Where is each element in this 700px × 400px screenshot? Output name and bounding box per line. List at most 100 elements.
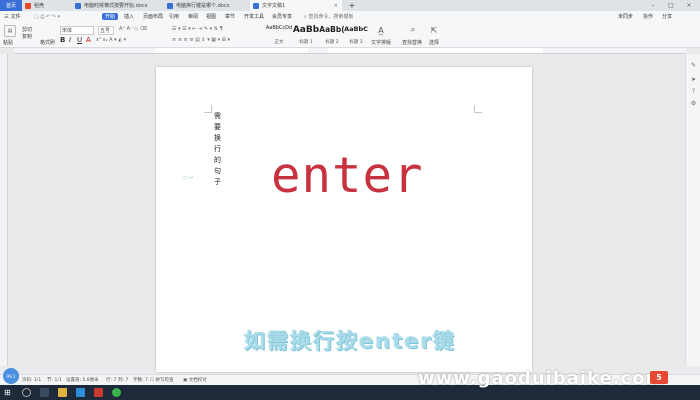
format-painter-button[interactable]: 格式刷 xyxy=(40,39,55,46)
paste-icon[interactable]: ▤ xyxy=(4,25,16,37)
daoke-icon xyxy=(25,2,31,9)
menu-bar: 三 文件 ▢ ⎙ ↶ ↷ ▾ 开始 插入 页面布局 引用 审阅 视图 章节 开发… xyxy=(0,11,700,22)
style-heading-3-label: 标题 3 xyxy=(349,40,363,45)
cursor-icon[interactable]: ➤ xyxy=(690,76,697,83)
style-heading-1-label: 标题 1 xyxy=(299,40,313,45)
edit-pen-icon[interactable]: ✎ xyxy=(690,62,697,69)
style-heading-1[interactable]: AaBb 标题 1 xyxy=(292,25,320,45)
menu-references[interactable]: 引用 xyxy=(169,13,179,20)
settings-sliders-icon[interactable]: ⚙ xyxy=(690,100,697,107)
spell-check-toggle[interactable]: ☐ 拼写检查 xyxy=(150,377,173,383)
select-cursor-icon[interactable]: ⇱ xyxy=(428,25,440,35)
tab-daoke-label: 稻壳 xyxy=(34,3,45,9)
italic-icon[interactable]: I xyxy=(69,36,71,44)
share-button[interactable]: 分享 xyxy=(662,13,672,20)
underline-icon[interactable]: U xyxy=(77,36,82,44)
vertical-sentence[interactable]: 需要换行的句子 xyxy=(214,111,221,188)
style-body-label: 正文 xyxy=(274,40,284,45)
watermark-logo: 5 xyxy=(650,371,668,384)
font-name-select[interactable]: 宋体 xyxy=(60,26,94,35)
style-heading-2[interactable]: AaBb( 标题 2 xyxy=(319,25,345,45)
font-size-select[interactable]: 五号 xyxy=(98,26,114,35)
file-explorer-icon[interactable] xyxy=(58,388,67,397)
wps-icon[interactable] xyxy=(94,388,103,397)
spell-check-label: 拼写检查 xyxy=(155,378,174,383)
menu-chapter[interactable]: 章节 xyxy=(225,13,235,20)
style-heading-1-sample: AaBb xyxy=(292,25,320,35)
font-grow-shrink-icons[interactable]: A⁺ A⁻ ◇ ⌫ xyxy=(119,26,147,32)
tab-home-label: 首页 xyxy=(5,3,16,9)
collab-button[interactable]: 协作 xyxy=(643,13,653,20)
wechat-icon[interactable] xyxy=(112,388,121,397)
margin-corner-top-right xyxy=(474,105,482,113)
align-icons[interactable]: ≡ ≡ ≡ ≡ ▤ ⇕ ▾ ▦ ▾ ⊞ ▾ xyxy=(172,37,230,43)
style-heading-3-sample: AaBbC xyxy=(344,25,368,33)
ribbon-toolbar: ▤ 粘贴 剪切 复制 格式刷 宋体 五号 A⁺ A⁻ ◇ ⌫ B I U A x… xyxy=(0,22,700,48)
menu-review[interactable]: 审阅 xyxy=(188,13,198,20)
menu-member[interactable]: 会员专享 xyxy=(272,13,292,20)
windows-start-icon[interactable]: ⊞ xyxy=(4,388,13,397)
tab-daoke[interactable]: 稻壳 xyxy=(22,0,72,11)
style-heading-2-sample: AaBb( xyxy=(319,25,345,34)
font-color-icon[interactable]: A xyxy=(86,36,91,44)
quick-access-icons[interactable]: ▢ ⎙ ↶ ↷ ▾ xyxy=(34,13,60,20)
menu-page-layout[interactable]: 页面布局 xyxy=(143,13,163,20)
ruler-margin-right xyxy=(328,48,543,53)
menu-insert[interactable]: 插入 xyxy=(124,13,134,20)
paragraph-handle-icon[interactable]: ▭ ↵ xyxy=(183,175,194,181)
style-heading-3[interactable]: AaBbC 标题 3 xyxy=(344,25,368,45)
style-body-sample: AaBbCcDd xyxy=(265,25,293,31)
status-row: 行: 7 xyxy=(106,378,117,383)
avatar[interactable]: 09.1 xyxy=(3,368,19,384)
horizontal-ruler[interactable] xyxy=(14,48,686,54)
style-heading-2-label: 标题 2 xyxy=(325,40,339,45)
sync-status[interactable]: 未同步 xyxy=(618,13,633,20)
copy-button[interactable]: 复制 xyxy=(22,33,32,40)
close-tab-icon[interactable]: × xyxy=(334,3,338,9)
text-tools-icon[interactable]: A̲ xyxy=(374,25,388,35)
find-replace-icon[interactable]: ⌕ xyxy=(406,25,420,35)
title-tab-bar: 首页 稻壳 电脑时候横式按要开始.docx 电脑换行键是哪个.docx 文字文稿… xyxy=(0,0,700,11)
video-caption: 如需换行按enter键 xyxy=(244,329,456,353)
file-menu[interactable]: 三 文件 xyxy=(4,13,21,20)
list-icons[interactable]: ☰ ▾ ☰ ▾ ⇤ ⇥ ✎ ▾ ⇅ ¶ xyxy=(172,26,223,32)
close-window-icon[interactable]: × xyxy=(682,0,696,11)
margin-corner-top-left xyxy=(204,105,212,113)
search-icon[interactable] xyxy=(22,388,31,397)
status-words[interactable]: 字数: 7 xyxy=(133,377,148,383)
tab-document-1[interactable]: 电脑时候横式按要开始.docx xyxy=(72,0,164,11)
browser-icon[interactable] xyxy=(76,388,85,397)
new-tab-button[interactable]: + xyxy=(346,0,358,11)
task-view-icon[interactable] xyxy=(40,388,49,397)
find-replace-button[interactable]: 查找替换 xyxy=(402,39,422,46)
tab-home[interactable]: 首页 xyxy=(0,0,22,11)
bold-icon[interactable]: B xyxy=(60,36,65,44)
menu-view[interactable]: 视图 xyxy=(206,13,216,20)
text-effects-icons[interactable]: x² x₂ A ▾ ◭ ▾ xyxy=(96,37,126,43)
paste-button[interactable]: 粘贴 xyxy=(3,39,13,46)
menu-developer[interactable]: 开发工具 xyxy=(244,13,264,20)
vertical-ruler[interactable] xyxy=(0,54,8,366)
doc-proofread-button[interactable]: ▣ 文档校对 xyxy=(183,377,207,383)
tab-document-2[interactable]: 电脑换行键是哪个.docx xyxy=(164,0,250,11)
right-side-panel: ✎ ➤ ? ⚙ xyxy=(685,54,700,366)
cut-button[interactable]: 剪切 xyxy=(22,26,32,33)
help-icon[interactable]: ? xyxy=(690,88,697,95)
status-section: 节: 1/1 xyxy=(47,378,62,383)
text-tools-button[interactable]: 文字排版 xyxy=(371,39,391,46)
ruler-margin-left xyxy=(155,48,308,53)
tab-document-2-label: 电脑换行键是哪个.docx xyxy=(176,3,230,9)
doc-proofread-label: 文档校对 xyxy=(188,378,207,383)
status-page[interactable]: 页码: 1/1 xyxy=(22,377,41,383)
status-col: 列: 7 xyxy=(118,378,129,383)
site-watermark: www.gaoduibaike.com xyxy=(418,368,666,389)
tab-document-3-active[interactable]: 文字文稿1 × xyxy=(250,0,342,11)
minimize-icon[interactable]: – xyxy=(646,0,660,11)
command-search[interactable]: ⌕ 查找命令、搜索模板 xyxy=(304,13,354,21)
style-body[interactable]: AaBbCcDd 正文 xyxy=(266,25,292,45)
command-search-label: 查找命令、搜索模板 xyxy=(308,14,354,20)
maximize-icon[interactable]: □ xyxy=(664,0,678,11)
select-button[interactable]: 选择 xyxy=(429,39,439,46)
menu-start[interactable]: 开始 xyxy=(102,13,119,20)
tab-document-3-label: 文字文稿1 xyxy=(262,3,286,9)
